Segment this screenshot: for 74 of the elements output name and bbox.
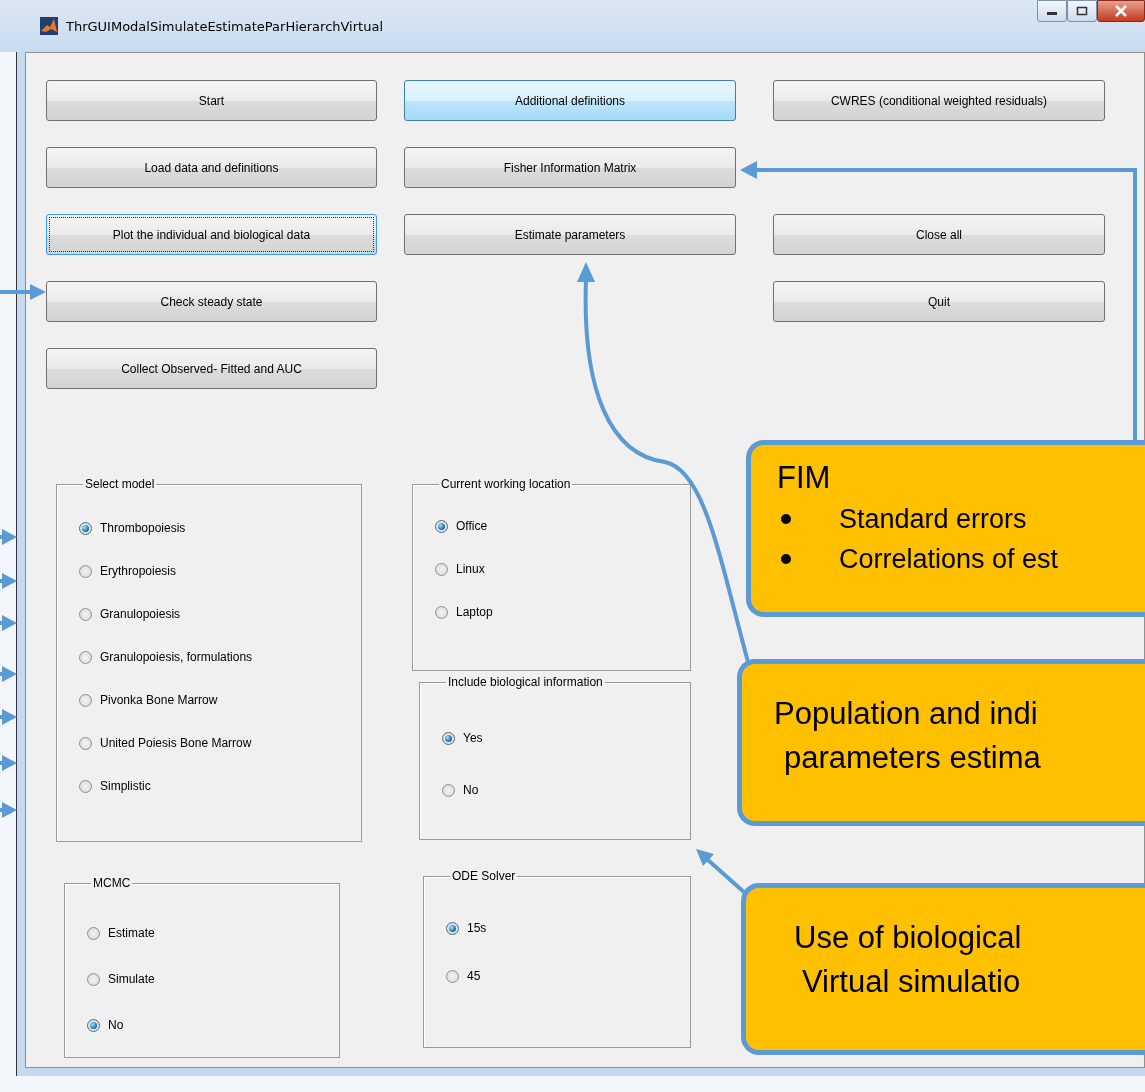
radio-option[interactable]: Pivonka Bone Marrow: [79, 691, 361, 709]
pointer-arrow: [0, 802, 17, 818]
gui-button[interactable]: Check steady state: [46, 281, 377, 322]
radio-option[interactable]: Erythropoiesis: [79, 562, 361, 580]
panel-title: ODE Solver: [451, 869, 517, 883]
radio-option[interactable]: No: [87, 1016, 339, 1034]
callout-bullet: Standard errors: [839, 503, 1027, 535]
radio-option[interactable]: Office: [435, 517, 690, 535]
callout-text: Population and indi: [774, 695, 1039, 733]
pointer-arrow: [0, 529, 17, 545]
callout-text: Virtual simulatio: [801, 963, 1022, 1001]
pointer-arrow: [0, 615, 17, 631]
gui-button[interactable]: Plot the individual and biological data: [46, 214, 377, 255]
maximize-icon: [1076, 6, 1088, 16]
gui-button[interactable]: Collect Observed- Fitted and AUC: [46, 348, 377, 389]
radio-button[interactable]: [87, 926, 100, 940]
radio-button[interactable]: [442, 731, 455, 745]
radio-option[interactable]: Laptop: [435, 603, 690, 621]
radio-option[interactable]: United Poiesis Bone Marrow: [79, 734, 361, 752]
radio-option[interactable]: Simplistic: [79, 777, 361, 795]
gui-button[interactable]: CWRES (conditional weighted residuals): [773, 80, 1105, 121]
bullet-dot: [781, 554, 791, 564]
gui-button[interactable]: Fisher Information Matrix: [404, 147, 736, 188]
close-button[interactable]: [1097, 0, 1145, 22]
maximize-button[interactable]: [1067, 0, 1097, 22]
gui-button[interactable]: Estimate parameters: [404, 214, 736, 255]
minimize-button[interactable]: [1037, 0, 1067, 22]
radio-button[interactable]: [435, 519, 448, 533]
radio-button[interactable]: [435, 605, 448, 619]
radio-button[interactable]: [87, 1018, 100, 1032]
radio-option[interactable]: 45: [446, 967, 690, 985]
gui-button[interactable]: Quit: [773, 281, 1105, 322]
callout-title: FIM: [777, 459, 832, 497]
bullet-dot: [781, 514, 791, 524]
radio-option[interactable]: 15s: [446, 919, 690, 937]
radio-option[interactable]: Linux: [435, 560, 690, 578]
pointer-arrow: [0, 709, 17, 725]
pointer-arrow: [0, 666, 17, 682]
radio-button[interactable]: [79, 779, 92, 793]
pointer-arrow: [0, 755, 17, 771]
gui-button[interactable]: Load data and definitions: [46, 147, 377, 188]
peak-logo-icon: [40, 17, 58, 35]
close-icon: [1114, 5, 1128, 17]
radio-button[interactable]: [87, 972, 100, 986]
radio-button[interactable]: [435, 562, 448, 576]
radio-button[interactable]: [446, 921, 459, 935]
radio-button[interactable]: [79, 564, 92, 578]
panel-title: Select model: [84, 477, 156, 491]
radio-button[interactable]: [442, 783, 455, 797]
callout-bullet: Correlations of est: [839, 543, 1059, 575]
panel-title: Current working location: [440, 477, 572, 491]
gui-button[interactable]: Close all: [773, 214, 1105, 255]
radio-option[interactable]: Granulopoiesis: [79, 605, 361, 623]
radio-button[interactable]: [446, 969, 459, 983]
callout-text: parameters estima: [783, 739, 1042, 777]
radio-option[interactable]: Simulate: [87, 970, 339, 988]
radio-button[interactable]: [79, 693, 92, 707]
radio-option[interactable]: Yes: [442, 729, 690, 747]
window-title: ThrGUIModalSimulateEstimateParHierarchVirtual: [66, 18, 383, 34]
radio-button[interactable]: [79, 736, 92, 750]
gui-button[interactable]: Additional definitions: [404, 80, 736, 121]
radio-option[interactable]: Granulopoiesis, formulations: [79, 648, 361, 666]
radio-button[interactable]: [79, 607, 92, 621]
gui-button[interactable]: Start: [46, 80, 377, 121]
panel-title: Include biological information: [447, 675, 604, 689]
callout-text: Use of biological: [794, 919, 1023, 957]
panel-title: MCMC: [92, 876, 132, 890]
radio-option[interactable]: Thrombopoiesis: [79, 519, 361, 537]
radio-option[interactable]: Estimate: [87, 924, 339, 942]
pointer-arrow: [0, 284, 46, 300]
radio-option[interactable]: No: [442, 781, 690, 799]
radio-button[interactable]: [79, 650, 92, 664]
radio-button[interactable]: [79, 521, 92, 535]
pointer-arrow: [0, 573, 17, 589]
